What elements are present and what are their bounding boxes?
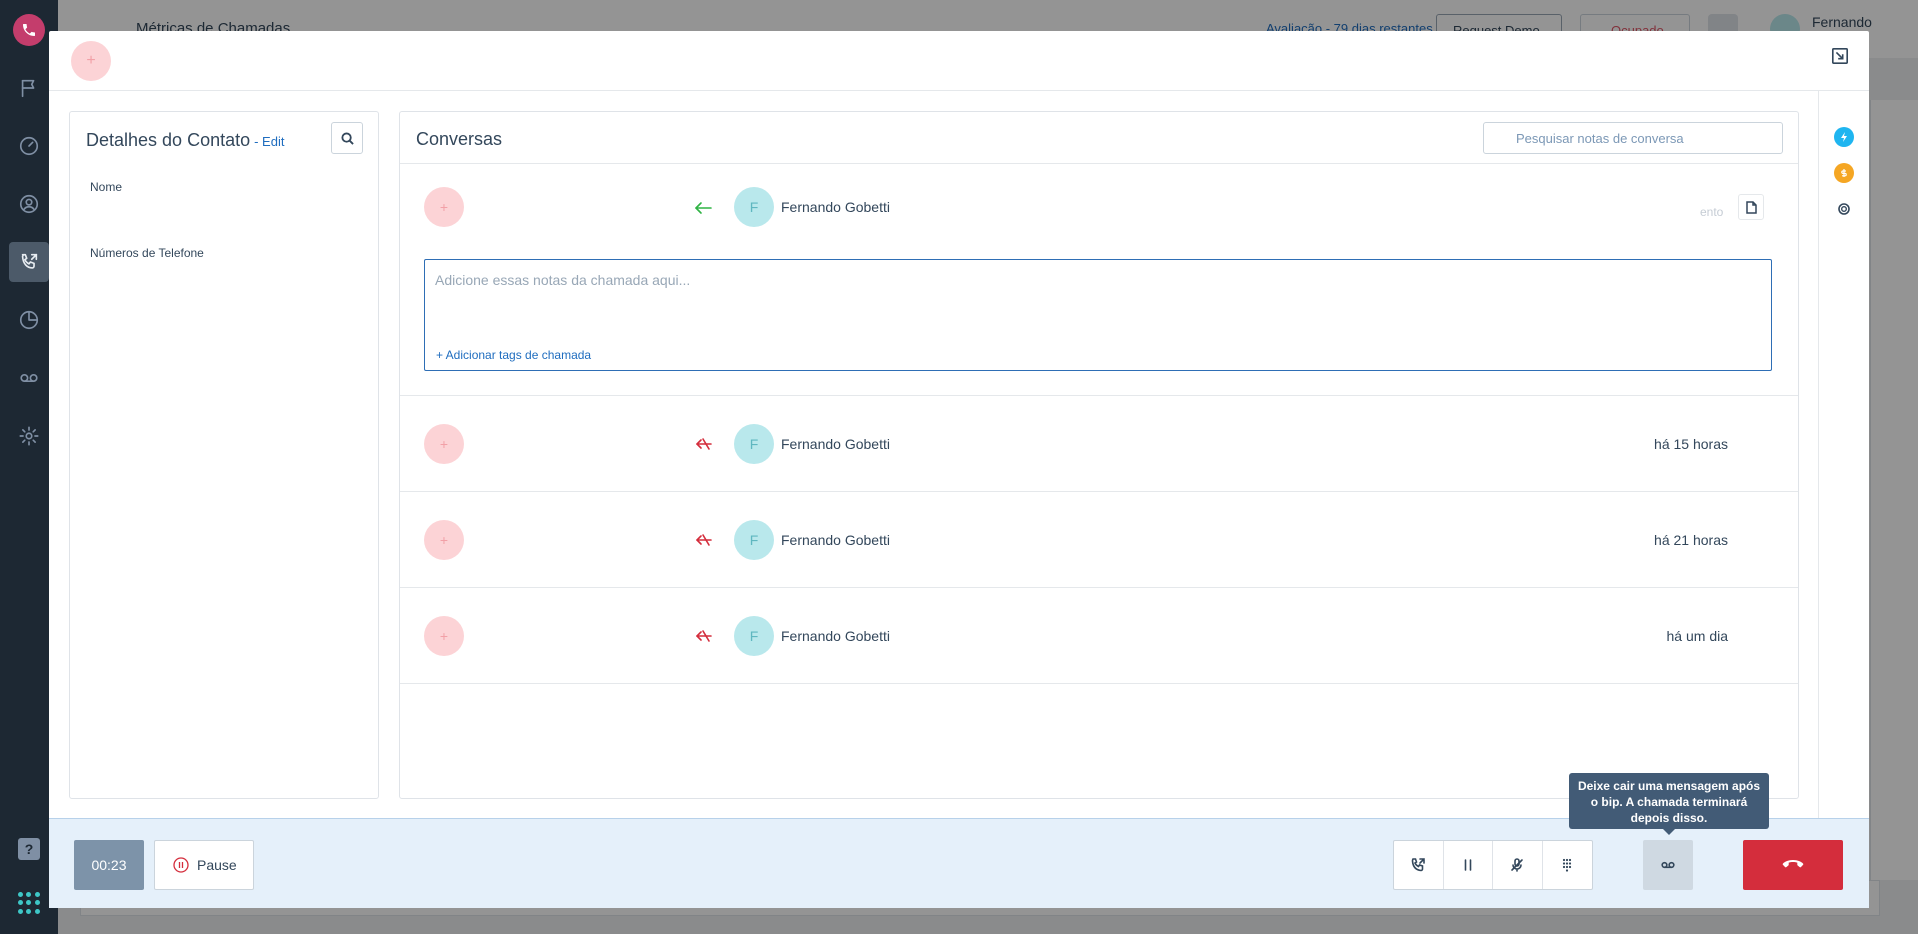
- row-contact-avatar: +: [424, 520, 464, 560]
- agent-avatar: F: [734, 424, 774, 464]
- call-timer: 00:23: [74, 840, 144, 890]
- contact-details-title: Detalhes do Contato - Edit: [86, 130, 284, 151]
- conversation-row[interactable]: + F Fernando Gobetti há 15 horas: [400, 396, 1798, 492]
- agent-name: Fernando Gobetti: [781, 532, 890, 548]
- pause-label: Pause: [197, 857, 237, 873]
- missed-call-arrow-icon: [694, 629, 712, 643]
- conversation-row-active[interactable]: + F Fernando Gobetti ento + Adicionar ta…: [400, 164, 1798, 396]
- call-notes-input[interactable]: [425, 260, 1771, 340]
- dollar-icon[interactable]: [1834, 163, 1854, 183]
- conversations-title: Conversas: [416, 129, 503, 149]
- name-field-label: Nome: [90, 180, 123, 194]
- hold-button[interactable]: [1444, 841, 1493, 889]
- keypad-icon: [1563, 858, 1572, 872]
- agent-avatar: F: [734, 187, 774, 227]
- call-control-bar: 00:23 Pause: [49, 818, 1869, 908]
- conversation-notes-search-input[interactable]: Pesquisar notas de conversa: [1483, 122, 1783, 154]
- agent-avatar: F: [734, 520, 774, 560]
- phone-transfer-icon: [1411, 858, 1426, 872]
- row-contact-avatar: +: [424, 424, 464, 464]
- edit-contact-link[interactable]: - Edit: [254, 134, 284, 149]
- voicemail-drop-button[interactable]: [1643, 840, 1693, 890]
- missed-call-arrow-icon: [694, 437, 712, 451]
- help-icon[interactable]: ?: [18, 838, 40, 860]
- transfer-call-button[interactable]: [1394, 841, 1444, 889]
- keypad-button[interactable]: [1543, 841, 1593, 889]
- swirl-icon[interactable]: [1834, 199, 1854, 219]
- contact-avatar: +: [71, 41, 111, 81]
- conversation-time: há 15 horas: [1654, 436, 1728, 452]
- row-truncated-label: ento: [1700, 205, 1724, 219]
- conversations-header: Conversas Pesquisar notas de conversa: [400, 112, 1798, 164]
- microphone-off-icon: [1511, 858, 1524, 872]
- inbound-call-arrow-icon: [694, 201, 712, 215]
- add-call-tags-link[interactable]: + Adicionar tags de chamada: [436, 348, 591, 362]
- conversation-time: há um dia: [1666, 628, 1728, 644]
- row-document-button[interactable]: [1738, 194, 1764, 220]
- row-contact-avatar: +: [424, 187, 464, 227]
- voicemail-icon: [1661, 861, 1675, 869]
- call-controls-group: [1393, 840, 1593, 890]
- pause-button[interactable]: Pause: [154, 840, 254, 890]
- contact-search-button[interactable]: [331, 122, 363, 154]
- row-contact-avatar: +: [424, 616, 464, 656]
- contact-details-panel: Detalhes do Contato - Edit Nome Números d…: [69, 111, 379, 799]
- agent-name: Fernando Gobetti: [781, 199, 890, 215]
- agent-avatar: F: [734, 616, 774, 656]
- voicemail-tooltip: Deixe cair uma mensagem após o bip. A ch…: [1569, 773, 1769, 835]
- hang-up-button[interactable]: [1743, 840, 1843, 890]
- agent-name: Fernando Gobetti: [781, 628, 890, 644]
- lightning-icon[interactable]: [1834, 127, 1854, 147]
- conversation-time: há 21 horas: [1654, 532, 1728, 548]
- call-notes-box: + Adicionar tags de chamada: [424, 259, 1772, 371]
- apps-grid-icon[interactable]: [18, 892, 40, 914]
- agent-name: Fernando Gobetti: [781, 436, 890, 452]
- conversation-row[interactable]: + F Fernando Gobetti há 21 horas: [400, 492, 1798, 588]
- modal-header: +: [49, 31, 1869, 91]
- minimize-modal-icon[interactable]: [1831, 47, 1853, 69]
- calling-app-logo-icon[interactable]: [13, 14, 45, 46]
- conversations-panel: Conversas Pesquisar notas de conversa + …: [399, 111, 1799, 799]
- mute-button[interactable]: [1493, 841, 1543, 889]
- search-icon: [340, 131, 354, 145]
- hang-up-phone-icon: [1782, 860, 1804, 868]
- integrations-strip: [1818, 91, 1869, 847]
- phone-field-label: Números de Telefone: [90, 246, 204, 260]
- document-icon: [1745, 200, 1757, 214]
- missed-call-arrow-icon: [694, 533, 712, 547]
- conversation-row[interactable]: + F Fernando Gobetti há um dia: [400, 588, 1798, 684]
- hold-icon: [1464, 859, 1472, 871]
- pause-circle-icon: [173, 857, 189, 873]
- contact-details-heading: Detalhes do Contato: [86, 130, 251, 150]
